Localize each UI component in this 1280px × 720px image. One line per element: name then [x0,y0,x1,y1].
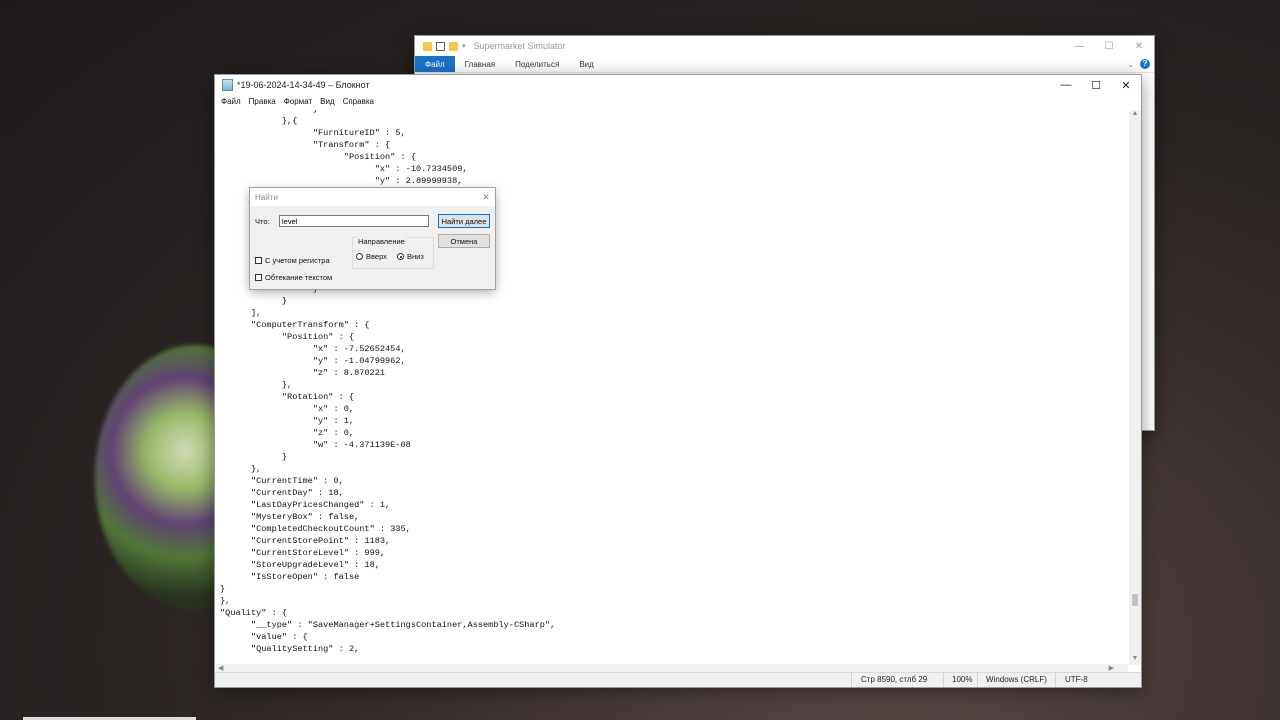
status-bar: Стр 8590, стлб 29 100% Windows (CRLF) UT… [215,672,1141,687]
help-icon[interactable]: ? [1140,59,1150,69]
tab-share[interactable]: Поделиться [505,56,569,72]
explorer-ribbon-tabs: Файл Главная Поделиться Вид ⌄ ? [415,56,1154,73]
tab-home[interactable]: Главная [455,56,505,72]
cancel-button[interactable]: Отмена [438,234,490,248]
notepad-icon [222,79,233,91]
maximize-button[interactable]: ☐ [1094,41,1124,52]
properties-icon[interactable] [436,41,445,51]
close-button[interactable]: ✕ [1111,79,1141,92]
scroll-up-icon[interactable]: ▲ [1129,110,1141,120]
scrollbar-thumb[interactable] [1132,594,1138,606]
new-folder-icon[interactable] [449,41,458,51]
maximize-button[interactable]: ☐ [1081,79,1111,92]
match-case-checkbox[interactable] [255,257,262,264]
menu-file[interactable]: Файл [217,95,245,110]
notepad-titlebar[interactable]: *19-06-2024-14-34-49 – Блокнот — ☐ ✕ [215,75,1141,95]
wrap-around-label: Обтекание текстом [265,273,333,282]
line-ending: Windows (CRLF) [986,675,1047,684]
folder-icon [423,41,432,51]
tab-file[interactable]: Файл [415,56,455,72]
notepad-title: *19-06-2024-14-34-49 – Блокнот [237,80,370,90]
menu-help[interactable]: Справка [339,95,378,110]
scroll-down-icon[interactable]: ▼ [1129,655,1141,665]
minimize-button[interactable]: — [1064,41,1094,52]
dropdown-arrow-icon[interactable]: ▾ [462,42,466,50]
menu-view[interactable]: Вид [316,95,338,110]
minimize-button[interactable]: — [1051,79,1081,92]
find-titlebar[interactable]: Найти ✕ [250,188,495,206]
scroll-right-icon[interactable]: ▶ [1109,664,1114,672]
close-icon[interactable]: ✕ [477,192,495,203]
status-divider [943,673,944,687]
quick-access-toolbar: ▾ [415,41,466,51]
encoding: UTF-8 [1065,675,1088,684]
expand-ribbon-icon[interactable]: ⌄ [1127,60,1134,69]
status-divider [1055,673,1056,687]
status-divider [851,673,852,687]
tab-view[interactable]: Вид [569,56,603,72]
status-divider [977,673,978,687]
find-next-button[interactable]: Найти далее [438,214,490,228]
match-case-label: С учетом регистра [265,256,330,265]
wrap-around-checkbox[interactable] [255,274,262,281]
find-what-label: Что: [255,217,270,226]
close-button[interactable]: ✕ [1124,41,1154,52]
find-dialog[interactable]: Найти ✕ Что: level Найти далее Отмена На… [250,188,495,289]
vertical-scrollbar[interactable]: ▲ ▼ [1129,110,1141,665]
notepad-menubar: Файл Правка Формат Вид Справка [215,95,1141,110]
zoom-level: 100% [952,675,973,684]
notepad-window[interactable]: *19-06-2024-14-34-49 – Блокнот — ☐ ✕ Фай… [215,75,1141,687]
menu-format[interactable]: Формат [280,95,316,110]
scroll-left-icon[interactable]: ◀ [218,664,223,672]
direction-up-label: Вверх [366,252,387,261]
find-what-input[interactable]: level [279,215,429,227]
direction-up-radio[interactable] [356,253,363,260]
cursor-position: Стр 8590, стлб 29 [861,675,928,684]
find-title: Найти [255,192,278,202]
menu-edit[interactable]: Правка [245,95,280,110]
explorer-titlebar[interactable]: ▾ Supermarket Simulator — ☐ ✕ [415,36,1154,56]
explorer-title: Supermarket Simulator [473,41,566,51]
direction-label: Направление [357,237,406,246]
direction-down-radio[interactable] [397,253,404,260]
direction-down-label: Вниз [407,252,424,261]
